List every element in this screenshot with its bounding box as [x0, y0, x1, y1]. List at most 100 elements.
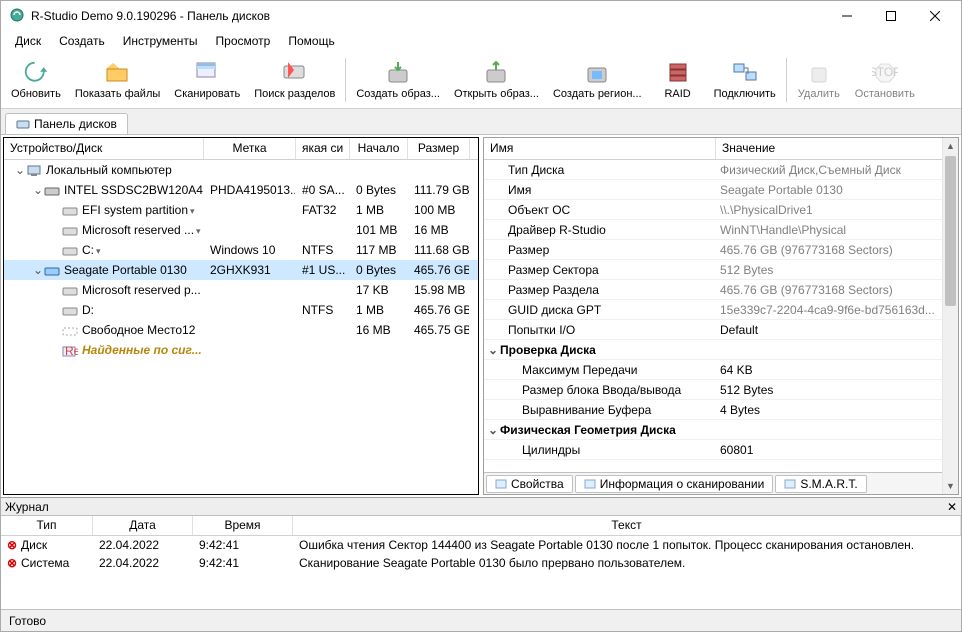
tree-item-name: Свободное Место12	[82, 323, 195, 337]
log-hdr-type[interactable]: Тип	[1, 516, 93, 535]
tree-row[interactable]: Microsoft reserved ...▾101 MB16 MB	[4, 220, 478, 240]
close-button[interactable]	[913, 2, 957, 30]
menu-view[interactable]: Просмотр	[208, 32, 279, 50]
tree-item-name: C:	[82, 243, 94, 257]
prop-row[interactable]: Тип Диска Физический Диск,Съемный Диск	[484, 160, 958, 180]
tree-item-name: Локальный компьютер	[46, 163, 172, 177]
log-header: Тип Дата Время Текст	[1, 516, 961, 536]
tree-row[interactable]: RecНайденные по сиг...	[4, 340, 478, 360]
hdr-device[interactable]: Устройство/Диск	[4, 138, 204, 159]
log-hdr-text[interactable]: Текст	[293, 516, 961, 535]
prop-name: Тип Диска	[508, 163, 564, 177]
device-icon	[44, 265, 60, 277]
hdr-size[interactable]: Размер	[408, 138, 470, 159]
btab-props[interactable]: Свойства	[486, 475, 573, 493]
chevron-icon[interactable]: ⌄	[488, 423, 500, 437]
dropdown-icon[interactable]: ▾	[190, 206, 195, 217]
log-time: 9:42:41	[193, 555, 293, 571]
tree-row[interactable]: Microsoft reserved p...17 KB15.98 MB	[4, 280, 478, 300]
tool-stop[interactable]: STOPОстановить	[849, 54, 921, 106]
tree-row[interactable]: ⌄ Локальный компьютер	[4, 160, 478, 180]
tree-row[interactable]: C:▾Windows 10NTFS117 MB111.68 GB	[4, 240, 478, 260]
prop-row[interactable]: Драйвер R-StudioWinNT\Handle\Physical	[484, 220, 958, 240]
prop-row[interactable]: Цилиндры60801	[484, 440, 958, 460]
prop-row[interactable]: ИмяSeagate Portable 0130	[484, 180, 958, 200]
prop-group[interactable]: ⌄Проверка Диска	[484, 340, 958, 360]
hdr-value[interactable]: Значение	[716, 138, 958, 159]
prop-row[interactable]: Размер Раздела465.76 GB (976773168 Secto…	[484, 280, 958, 300]
tool-mkreg[interactable]: Создать регион...	[547, 54, 648, 106]
log-body[interactable]: ⊗Диск22.04.20229:42:41Ошибка чтения Сект…	[1, 536, 961, 609]
hdr-name[interactable]: Имя	[484, 138, 716, 159]
tree-row[interactable]: ⌄Seagate Portable 01302GHXK931#1 US...0 …	[4, 260, 478, 280]
chevron-icon[interactable]: ⌄	[488, 343, 500, 357]
hdr-fs[interactable]: якая си	[296, 138, 350, 159]
tool-scan[interactable]: Сканировать	[168, 54, 246, 106]
prop-name: Проверка Диска	[500, 343, 596, 357]
tree-row[interactable]: Свободное Место1216 MB465.75 GB	[4, 320, 478, 340]
tree-cell: 16 MB	[350, 321, 408, 339]
prop-row[interactable]: Размер Сектора512 Bytes	[484, 260, 958, 280]
tool-findpart[interactable]: Поиск разделов	[248, 54, 341, 106]
menu-tools[interactable]: Инструменты	[115, 32, 206, 50]
show-icon	[104, 59, 132, 87]
tool-show[interactable]: Показать файлы	[69, 54, 166, 106]
prop-name: Попытки I/O	[508, 323, 575, 337]
tree-cell: 0 Bytes	[350, 181, 408, 199]
prop-name: Максимум Передачи	[522, 363, 637, 377]
log-time: 9:42:41	[193, 537, 293, 553]
tree-body[interactable]: ⌄Локальный компьютер⌄INTEL SSDSC2BW120A4…	[4, 160, 478, 494]
tool-refresh[interactable]: Обновить	[5, 54, 67, 106]
menu-disk[interactable]: Диск	[7, 32, 49, 50]
statusbar: Готово	[1, 609, 961, 631]
dropdown-icon[interactable]: ▾	[196, 226, 201, 237]
tool-raid[interactable]: RAID	[650, 54, 706, 106]
prop-group[interactable]: ⌄Физическая Геометрия Диска	[484, 420, 958, 440]
chevron-icon[interactable]: ⌄	[32, 263, 44, 277]
prop-row[interactable]: Попытки I/ODefault▾	[484, 320, 958, 340]
btab-scaninfo[interactable]: Информация о сканировании	[575, 475, 774, 493]
btab-smart[interactable]: S.M.A.R.T.	[775, 475, 866, 493]
log-row[interactable]: ⊗Диск22.04.20229:42:41Ошибка чтения Сект…	[1, 536, 961, 554]
tree-row[interactable]: D:NTFS1 MB465.76 GB	[4, 300, 478, 320]
prop-row[interactable]: Максимум Передачи 64 KB▾	[484, 360, 958, 380]
scan-icon	[193, 59, 221, 87]
chevron-icon[interactable]: ⌄	[14, 163, 26, 177]
prop-row[interactable]: Выравнивание Буфера4 Bytes▾	[484, 400, 958, 420]
tree-item-name: D:	[82, 303, 94, 317]
log-hdr-time[interactable]: Время	[193, 516, 293, 535]
props-body[interactable]: Тип Диска Физический Диск,Съемный ДискИмя…	[484, 160, 958, 472]
tool-delete[interactable]: Удалить	[791, 54, 847, 106]
prop-value: Физический Диск,Съемный Диск	[716, 161, 958, 179]
btab-label: Свойства	[511, 477, 564, 491]
prop-row[interactable]: Размер блока Ввода/вывода512 Bytes▾	[484, 380, 958, 400]
tool-mkimg[interactable]: Создать образ...	[350, 54, 446, 106]
prop-row[interactable]: Объект ОС\\.\PhysicalDrive1	[484, 200, 958, 220]
chevron-icon[interactable]: ⌄	[32, 183, 44, 197]
prop-row[interactable]: Размер465.76 GB (976773168 Sectors)	[484, 240, 958, 260]
tool-openimg[interactable]: Открыть образ...	[448, 54, 545, 106]
hdr-label[interactable]: Метка	[204, 138, 296, 159]
log-panel: Журнал ✕ Тип Дата Время Текст ⊗Диск22.04…	[1, 497, 961, 609]
prop-value: 64 KB▾	[716, 361, 958, 379]
tree-row[interactable]: ⌄INTEL SSDSC2BW120A4 ...PHDA4195013...#0…	[4, 180, 478, 200]
device-icon	[62, 325, 78, 337]
tree-row[interactable]: EFI system partition▾FAT321 MB100 MB	[4, 200, 478, 220]
menu-help[interactable]: Помощь	[280, 32, 342, 50]
tab-disk-panel[interactable]: Панель дисков	[5, 113, 128, 134]
minimize-button[interactable]	[825, 2, 869, 30]
prop-row[interactable]: GUID диска GPT15e339c7-2204-4ca9-9f6e-bd…	[484, 300, 958, 320]
menu-create[interactable]: Создать	[51, 32, 113, 50]
log-hdr-date[interactable]: Дата	[93, 516, 193, 535]
tree-cell: #0 SA...	[296, 181, 350, 199]
tree-cell	[204, 208, 296, 212]
raid-icon	[664, 59, 692, 87]
dropdown-icon[interactable]: ▾	[96, 246, 101, 257]
app-icon	[9, 7, 25, 26]
hdr-start[interactable]: Начало	[350, 138, 408, 159]
log-close-icon[interactable]: ✕	[947, 500, 957, 514]
log-row[interactable]: ⊗Система22.04.20229:42:41Сканирование Se…	[1, 554, 961, 572]
scrollbar[interactable]: ▲ ▼	[942, 138, 958, 494]
tool-connect[interactable]: Подключить	[708, 54, 782, 106]
maximize-button[interactable]	[869, 2, 913, 30]
